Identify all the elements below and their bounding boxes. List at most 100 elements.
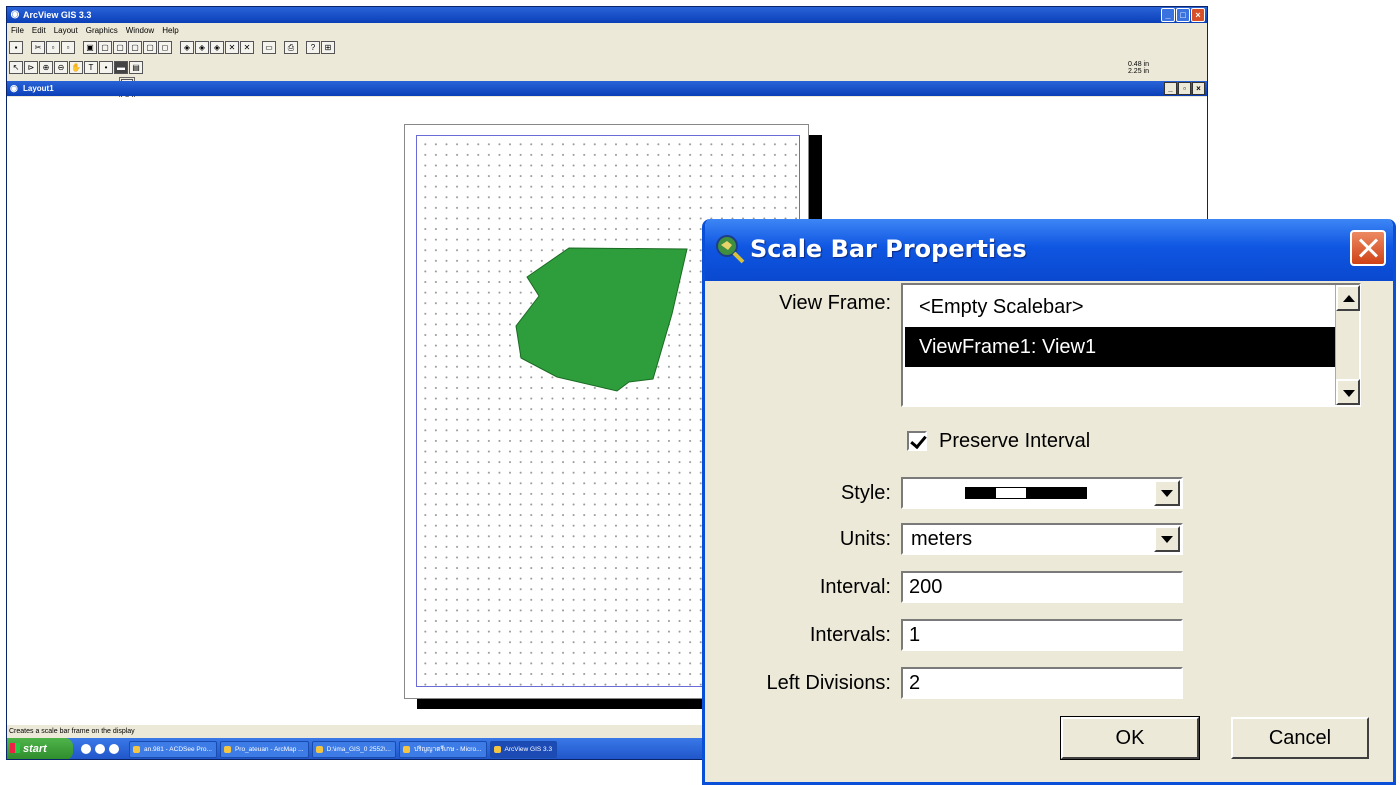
arcmap-icon bbox=[223, 745, 231, 753]
zoom-selected-icon[interactable]: ◈ bbox=[210, 41, 224, 54]
app-title: ArcView GIS 3.3 bbox=[23, 10, 92, 20]
task-word[interactable]: ปริญญาตรีเกษ - Micro... bbox=[398, 740, 487, 758]
minimize-button[interactable]: _ bbox=[1161, 8, 1175, 22]
readout-x: 0.48 in bbox=[1127, 61, 1149, 68]
tool-bar: ↖ ⊳ ⊕ ⊖ ✋ T • ▬ ▤ bbox=[9, 60, 143, 75]
browser-icon[interactable] bbox=[95, 744, 105, 754]
task-label: D:\ima_GIS_0 2552\... bbox=[326, 745, 391, 753]
layout-maximize-button[interactable]: ▫ bbox=[1178, 82, 1191, 95]
menu-graphics[interactable]: Graphics bbox=[86, 24, 118, 37]
ie-icon[interactable] bbox=[81, 744, 91, 754]
menu-bar: File Edit Layout Graphics Window Help bbox=[7, 24, 1207, 37]
task-acdsee[interactable]: an.981 - ACDSee Pro... bbox=[129, 740, 217, 758]
style-dropdown[interactable] bbox=[901, 477, 1183, 509]
cancel-button[interactable]: Cancel bbox=[1231, 717, 1369, 759]
arcview-globe-icon bbox=[716, 235, 745, 264]
quick-launch bbox=[81, 744, 119, 754]
arcview-globe-icon: ◉ bbox=[10, 9, 20, 20]
page-setup-icon[interactable]: ▭ bbox=[262, 41, 276, 54]
acdsee-icon bbox=[133, 745, 140, 753]
ok-button[interactable]: OK bbox=[1060, 716, 1200, 760]
scalebar-frame-tool-icon[interactable]: ▬ bbox=[114, 61, 128, 74]
zoom-out-icon[interactable]: ✕ bbox=[240, 41, 254, 54]
list-scrollbar[interactable] bbox=[1335, 285, 1360, 405]
zoom-out-tool-icon[interactable]: ⊖ bbox=[54, 61, 68, 74]
start-button[interactable]: start bbox=[7, 738, 73, 759]
copy-icon[interactable]: ▫ bbox=[46, 41, 60, 54]
zoom-full-icon[interactable]: ◈ bbox=[180, 41, 194, 54]
chevron-down-icon[interactable] bbox=[1154, 526, 1180, 552]
grid-icon[interactable]: ⊞ bbox=[321, 41, 335, 54]
task-arcmap[interactable]: Pro_ateuan - ArcMap ... bbox=[219, 740, 309, 758]
save-icon[interactable]: ▪ bbox=[9, 41, 23, 54]
draw-tool-icon[interactable]: • bbox=[99, 61, 113, 74]
zoom-in-icon[interactable]: ✕ bbox=[225, 41, 239, 54]
scroll-up-arrow-icon[interactable] bbox=[1336, 285, 1360, 311]
menu-edit[interactable]: Edit bbox=[32, 24, 46, 37]
left-divisions-label: Left Divisions: bbox=[766, 672, 892, 694]
units-dropdown[interactable]: meters bbox=[901, 523, 1183, 555]
layout-close-button[interactable]: × bbox=[1192, 82, 1205, 95]
folder-icon bbox=[315, 745, 323, 753]
layout-title: Layout1 bbox=[23, 84, 54, 93]
pointer-icon[interactable]: ↖ bbox=[9, 61, 23, 74]
media-icon[interactable] bbox=[109, 744, 119, 754]
dialog-close-button[interactable] bbox=[1350, 230, 1386, 266]
chevron-down-icon[interactable] bbox=[1154, 480, 1180, 506]
dialog-titlebar[interactable]: Scale Bar Properties bbox=[705, 219, 1393, 281]
align-icon[interactable]: ◻ bbox=[158, 41, 172, 54]
vertex-edit-icon[interactable]: ⊳ bbox=[24, 61, 38, 74]
task-label: ArcView GIS 3.3 bbox=[504, 745, 553, 753]
paste-icon[interactable]: ▫ bbox=[61, 41, 75, 54]
dialog-title: Scale Bar Properties bbox=[750, 235, 1027, 263]
group-icon[interactable]: ▢ bbox=[98, 41, 112, 54]
menu-layout[interactable]: Layout bbox=[54, 24, 78, 37]
task-label: ปริญญาตรีเกษ - Micro... bbox=[413, 745, 482, 753]
view-frame-label: View Frame: bbox=[779, 292, 891, 314]
ungroup-icon[interactable]: ▢ bbox=[113, 41, 127, 54]
preserve-interval-checkbox[interactable] bbox=[907, 431, 927, 451]
menu-help[interactable]: Help bbox=[162, 24, 178, 37]
maximize-button[interactable]: □ bbox=[1176, 8, 1190, 22]
layout-window-buttons: _ ▫ × bbox=[1164, 82, 1205, 95]
scalebar-style-sample bbox=[965, 487, 1087, 499]
left-divisions-field[interactable]: 2 bbox=[901, 667, 1183, 699]
screenshot-stage: ◉ ArcView GIS 3.3 _ □ × File Edit Layout… bbox=[0, 0, 1400, 785]
readout-y: 2.25 in bbox=[1127, 68, 1149, 75]
close-button[interactable]: × bbox=[1191, 8, 1205, 22]
units-label: Units: bbox=[839, 528, 891, 550]
scroll-down-arrow-icon[interactable] bbox=[1336, 379, 1360, 405]
arcview-task-icon bbox=[493, 745, 501, 753]
task-folder[interactable]: D:\ima_GIS_0 2552\... bbox=[311, 740, 396, 758]
preserve-interval-row: Preserve Interval bbox=[907, 427, 1090, 455]
menu-window[interactable]: Window bbox=[126, 24, 154, 37]
send-back-icon[interactable]: ▢ bbox=[143, 41, 157, 54]
help-icon[interactable]: ? bbox=[306, 41, 320, 54]
zoom-in-tool-icon[interactable]: ⊕ bbox=[39, 61, 53, 74]
zoom-page-icon[interactable]: ◈ bbox=[195, 41, 209, 54]
text-tool-icon[interactable]: T bbox=[84, 61, 98, 74]
menu-file[interactable]: File bbox=[11, 24, 24, 37]
intervals-field[interactable]: 1 bbox=[901, 619, 1183, 651]
task-arcview[interactable]: ArcView GIS 3.3 bbox=[489, 740, 558, 758]
status-text: Creates a scale bar frame on the display bbox=[9, 728, 135, 735]
word-icon bbox=[402, 745, 410, 753]
start-label: start bbox=[23, 743, 47, 755]
list-item-viewframe1[interactable]: ViewFrame1: View1 bbox=[905, 327, 1337, 367]
app-titlebar[interactable]: ◉ ArcView GIS 3.3 _ □ × bbox=[7, 7, 1207, 23]
bring-front-icon[interactable]: ▢ bbox=[128, 41, 142, 54]
units-value: meters bbox=[911, 528, 973, 550]
interval-field[interactable]: 200 bbox=[901, 571, 1183, 603]
layout-minimize-button[interactable]: _ bbox=[1164, 82, 1177, 95]
pan-icon[interactable]: ✋ bbox=[69, 61, 83, 74]
layout-titlebar[interactable]: ◉ Layout1 _ ▫ × bbox=[7, 81, 1207, 96]
scale-bar-properties-dialog: Scale Bar Properties View Frame: <Empty … bbox=[702, 219, 1396, 785]
app-window-buttons: _ □ × bbox=[1161, 8, 1205, 22]
interval-label: Interval: bbox=[819, 576, 891, 598]
properties-icon[interactable]: ▣ bbox=[83, 41, 97, 54]
cut-icon[interactable]: ✂ bbox=[31, 41, 45, 54]
frame-tool-icon[interactable]: ▤ bbox=[129, 61, 143, 74]
print-icon[interactable]: ⎙ bbox=[284, 41, 298, 54]
view-frame-list[interactable]: <Empty Scalebar> ViewFrame1: View1 bbox=[901, 283, 1361, 407]
list-item-empty-scalebar[interactable]: <Empty Scalebar> bbox=[905, 287, 1337, 327]
